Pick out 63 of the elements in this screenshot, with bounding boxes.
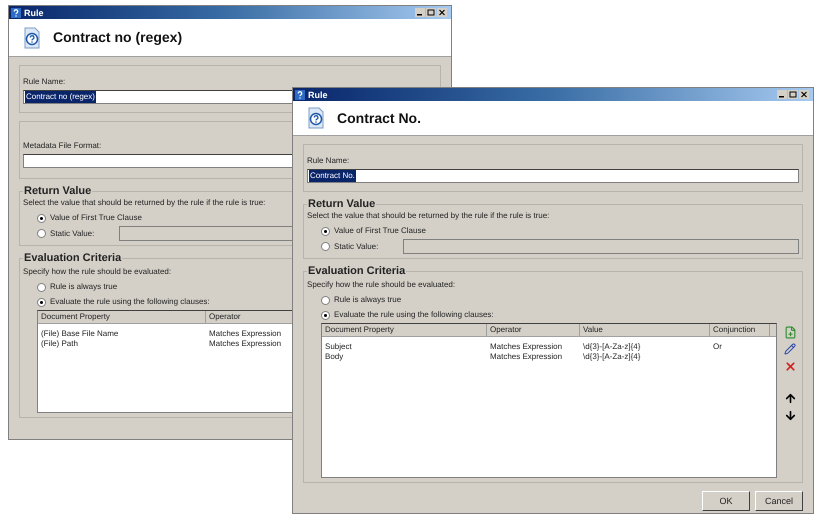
radio-button[interactable] <box>321 226 330 236</box>
help-icon <box>307 107 325 129</box>
move-down-button[interactable] <box>783 408 797 422</box>
help-icon <box>23 26 41 48</box>
group-legend: Evaluation Criteria <box>307 265 406 277</box>
dialog-button[interactable]: OK <box>702 491 750 511</box>
table-cell: Matches Expression <box>209 339 282 348</box>
maximize-button[interactable] <box>426 8 436 17</box>
edit-clause-button[interactable] <box>783 342 797 356</box>
radio-label: Static Value: <box>334 240 378 252</box>
dialog-heading: Contract no (regex) <box>53 28 182 47</box>
table-cell: Matches Expression <box>490 342 562 351</box>
column-header[interactable]: Document Property <box>38 311 206 323</box>
column-header[interactable]: Operator <box>487 324 580 336</box>
group-description: Specify how the rule should be evaluated: <box>307 280 456 289</box>
radio-label: Evaluate the rule using the following clauses: <box>50 296 210 308</box>
group-description: Select the value that should be returned by the rule if the rule is true: <box>307 211 550 220</box>
radio-button[interactable] <box>37 214 46 222</box>
dialog-button[interactable]: Cancel <box>755 491 803 511</box>
radio-label: Value of First True Clause <box>50 212 142 224</box>
minimize-button[interactable] <box>777 90 787 99</box>
group-legend: Return Value <box>307 198 376 210</box>
radio-button[interactable] <box>37 298 46 306</box>
field-label: Rule Name: <box>307 155 350 167</box>
radio-button[interactable] <box>321 296 330 304</box>
column-header[interactable]: Conjunction <box>710 324 770 336</box>
close-button[interactable] <box>799 90 809 99</box>
move-up-button[interactable] <box>783 391 797 405</box>
column-header[interactable]: Document Property <box>322 324 487 336</box>
table-cell: (File) Base File Name <box>41 329 118 338</box>
radio-button[interactable] <box>37 282 46 292</box>
radio-label: Rule is always true <box>50 281 118 293</box>
table-cell: (File) Path <box>41 339 78 348</box>
text-field[interactable]: Contract No. <box>307 169 799 183</box>
table-cell: Matches Expression <box>490 352 562 361</box>
group-legend: Return Value <box>23 185 92 197</box>
radio-button[interactable] <box>321 242 330 251</box>
table-cell: Subject <box>325 342 352 351</box>
group-description: Specify how the rule should be evaluated: <box>23 267 172 276</box>
radio-label: Value of First True Clause <box>334 225 426 237</box>
field-label: Metadata File Format: <box>23 140 102 152</box>
table-cell: Matches Expression <box>209 329 282 338</box>
static-value-field[interactable] <box>403 239 799 254</box>
add-clause-button[interactable] <box>783 325 797 339</box>
radio-label: Static Value: <box>50 228 94 240</box>
window-title: Rule <box>24 8 44 18</box>
radio-label: Evaluate the rule using the following clauses: <box>334 309 494 321</box>
radio-button[interactable] <box>321 310 330 320</box>
table-cell: \d{3}-[A-Za-z]{4} <box>583 342 640 351</box>
minimize-button[interactable] <box>415 8 425 17</box>
group-legend: Evaluation Criteria <box>23 252 122 264</box>
field-label: Rule Name: <box>23 76 66 88</box>
dialog-heading: Contract No. <box>337 108 421 128</box>
radio-button[interactable] <box>37 229 46 238</box>
table-cell: \d{3}-[A-Za-z]{4} <box>583 352 640 361</box>
radio-label: Rule is always true <box>334 294 402 306</box>
close-button[interactable] <box>437 8 447 17</box>
window-title: Rule <box>308 90 328 100</box>
table-cell: Or <box>713 342 722 351</box>
group-description: Select the value that should be returned by the rule if the rule is true: <box>23 198 266 207</box>
table-cell: Body <box>325 352 344 361</box>
column-header[interactable]: Value <box>580 324 710 336</box>
maximize-button[interactable] <box>788 90 798 99</box>
